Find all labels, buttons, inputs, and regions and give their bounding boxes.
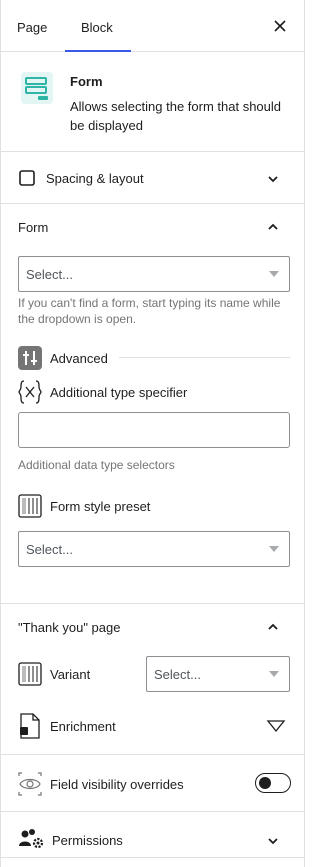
variant-icon xyxy=(18,662,42,686)
chevron-down-icon[interactable] xyxy=(266,834,280,848)
chevron-down-icon[interactable] xyxy=(266,172,280,186)
variant-select-value: Select... xyxy=(154,667,201,682)
inspector-tabs: Page Block xyxy=(1,0,304,52)
field-visibility-toggle[interactable] xyxy=(255,773,291,793)
block-inspector-panel: Page Block Form Allows selecting the for… xyxy=(0,0,305,867)
style-preset-label: Form style preset xyxy=(50,499,151,514)
close-icon[interactable] xyxy=(268,14,292,38)
tab-page[interactable]: Page xyxy=(1,0,63,52)
spacing-layout-title[interactable]: Spacing & layout xyxy=(46,171,144,186)
dropdown-arrow-icon xyxy=(269,271,279,277)
form-section-title[interactable]: Form xyxy=(18,220,48,235)
form-select-value: Select... xyxy=(26,267,73,282)
toggle-knob xyxy=(259,777,271,789)
spacing-icon xyxy=(19,170,35,186)
enrichment-label: Enrichment xyxy=(50,719,116,734)
eye-icon xyxy=(18,772,42,796)
thank-you-title[interactable]: "Thank you" page xyxy=(18,620,120,635)
style-preset-icon xyxy=(18,494,42,518)
permissions-label[interactable]: Permissions xyxy=(52,833,123,848)
advanced-icon xyxy=(18,346,42,370)
type-specifier-help: Additional data type selectors xyxy=(18,458,175,472)
tab-block[interactable]: Block xyxy=(65,0,131,52)
type-specifier-icon xyxy=(18,380,42,404)
variant-select[interactable]: Select... xyxy=(146,656,290,692)
permissions-panel[interactable] xyxy=(1,812,304,858)
block-title: Form xyxy=(70,74,103,89)
advanced-label: Advanced xyxy=(50,351,108,366)
type-specifier-input[interactable] xyxy=(18,412,290,448)
type-specifier-label: Additional type specifier xyxy=(50,385,188,400)
permissions-users-icon xyxy=(19,829,44,849)
enrichment-icon xyxy=(20,713,40,739)
variant-label: Variant xyxy=(50,667,91,682)
chevron-up-icon[interactable] xyxy=(266,220,280,234)
form-select[interactable]: Select... xyxy=(18,256,290,292)
chevron-up-icon[interactable] xyxy=(266,620,280,634)
dropdown-arrow-icon xyxy=(269,671,279,677)
form-block-icon xyxy=(21,72,53,104)
advanced-divider xyxy=(119,357,290,358)
form-select-help: If you can't find a form, start typing i… xyxy=(18,296,281,326)
block-description: Allows selecting the form that should be… xyxy=(70,99,281,133)
dropdown-arrow-icon xyxy=(269,546,279,552)
caret-down-outline-icon[interactable] xyxy=(266,719,286,733)
field-visibility-label: Field visibility overrides xyxy=(50,777,184,792)
style-preset-value: Select... xyxy=(26,542,73,557)
style-preset-select[interactable]: Select... xyxy=(18,531,290,567)
